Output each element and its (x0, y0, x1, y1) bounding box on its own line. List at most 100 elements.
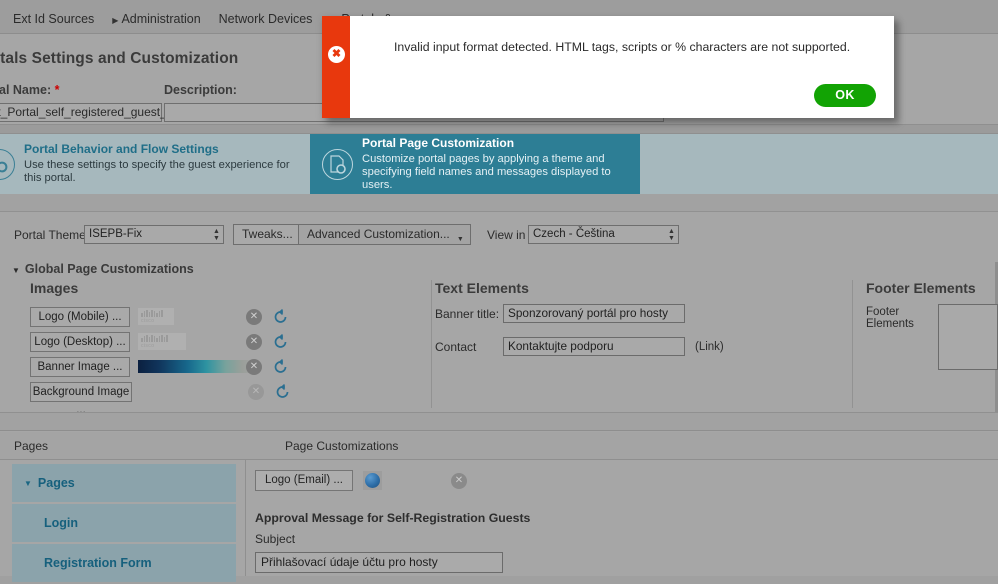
nav-item-administration[interactable]: ▶ Administration (103, 12, 209, 28)
image-row: Logo (Desktop) ... cisco ✕ (30, 329, 420, 354)
footer-elements-panel: Footer Elements Footer Elements (866, 280, 998, 370)
global-page-customizations-label: Global Page Customizations (24, 262, 194, 276)
spinner-arrows-icon: ▲ ▼ (668, 228, 675, 242)
footer-elements-row: Footer Elements (866, 304, 998, 370)
subject-label: Subject (255, 532, 296, 546)
reset-arrow-icon[interactable] (274, 383, 291, 400)
text-elements-panel: Text Elements Banner title: Sponzorovaný… (435, 280, 835, 370)
globe-icon-thumb (363, 471, 383, 490)
portal-name-label: Portal Name: * (0, 83, 60, 97)
thumbnail-slot: cisco (138, 333, 206, 350)
pages-column-header: Pages (14, 439, 49, 453)
banner-title-label: Banner title: (435, 306, 500, 321)
portal-theme-value: ISEPB-Fix (89, 228, 143, 240)
wizard-strip: Portal Behavior and Flow Settings Use th… (0, 134, 998, 194)
cisco-logo-thumb: cisco (138, 308, 174, 325)
globe-icon (365, 473, 381, 488)
footer-elements-heading: Footer Elements (866, 280, 976, 296)
clear-image-icon[interactable]: ✕ (246, 358, 262, 375)
panel-divider-left (431, 280, 432, 408)
lower-pane-splitter[interactable] (245, 460, 246, 576)
wizard-card-title: Portal Page Customization (362, 135, 515, 150)
images-heading: Images (30, 280, 79, 296)
panel-divider-right (852, 280, 853, 408)
images-panel: Images Logo (Mobile) ... cisco ✕ Logo (D… (30, 280, 420, 416)
banner-image-button[interactable]: Banner Image ... (30, 356, 130, 377)
chevron-right-icon: ▶ (112, 16, 119, 25)
nav-item-network-devices[interactable]: Network Devices (210, 12, 322, 27)
image-row: Background Image ... ✕ (30, 379, 420, 416)
lower-pane-header: Pages Page Customizations (0, 432, 998, 460)
wizard-card-text: Portal Behavior and Flow Settings Use th… (24, 143, 298, 185)
approval-message-heading: Approval Message for Self-Registration G… (255, 511, 531, 525)
header-divider (0, 124, 998, 134)
triangle-down-icon: ▼ (24, 478, 32, 488)
logo-email-button[interactable]: Logo (Email) ... (255, 470, 353, 491)
clear-image-icon[interactable]: ✕ (246, 308, 262, 325)
page-gear-icon (322, 148, 353, 180)
logo-email-row: Logo (Email) ... ✕ (255, 470, 530, 491)
error-dialog-body: Invalid input format detected. HTML tags… (350, 16, 894, 118)
wizard-card-text: Portal Page Customization Customize port… (362, 135, 628, 192)
tree-item-label: Pages (37, 476, 75, 490)
pages-tree-item-registration-form[interactable]: Registration Form (12, 544, 236, 582)
triangle-down-icon: ▼ (12, 266, 20, 275)
contact-link-note: (Link) (695, 340, 724, 353)
clear-logo-email-icon[interactable]: ✕ (450, 472, 467, 489)
nav-item-ext-id-sources[interactable]: Ext Id Sources (4, 12, 103, 27)
reset-arrow-icon[interactable] (272, 308, 289, 325)
error-dialog: ✖ Invalid input format detected. HTML ta… (322, 16, 894, 118)
portal-theme-select[interactable]: ISEPB-Fix ▲ ▼ (84, 225, 224, 244)
text-elements-heading: Text Elements (435, 280, 529, 296)
clear-image-icon[interactable]: ✕ (246, 333, 262, 350)
tree-item-label: Login (44, 516, 79, 530)
ok-button[interactable]: OK (814, 84, 876, 107)
portal-name-input[interactable]: uest_Portal_self_registered_guest_ (0, 103, 167, 122)
gradient-banner-thumb (138, 360, 256, 373)
footer-elements-label: Footer Elements (866, 306, 914, 330)
view-in-language-select[interactable]: Czech - Čeština ▲ ▼ (528, 225, 679, 244)
tweaks-button[interactable]: Tweaks... (233, 224, 302, 245)
page-title: Portals Settings and Customization (0, 50, 239, 67)
portal-name-group: Portal Name: * uest_Portal_self_register… (0, 83, 174, 122)
contact-row: Contact Kontaktujte podporu (Link) (435, 337, 835, 356)
required-marker: * (54, 83, 60, 97)
wizard-card-portal-page-customization[interactable]: Portal Page Customization Customize port… (310, 134, 640, 194)
wizard-card-desc: Customize portal pages by applying a the… (362, 152, 611, 191)
wizard-card-desc: Use these settings to specify the guest … (24, 159, 290, 184)
portal-theme-label: Portal Theme (14, 228, 86, 242)
flow-gear-icon (0, 148, 15, 180)
advanced-customization-button[interactable]: Advanced Customization... (298, 224, 471, 249)
clear-image-icon-disabled: ✕ (248, 383, 264, 400)
reset-arrow-icon[interactable] (272, 358, 289, 375)
contact-label: Contact (435, 339, 477, 354)
theme-toolbar: Portal Theme ISEPB-Fix ▲ ▼ Tweaks... Adva… (0, 222, 998, 252)
tree-item-label: Registration Form (44, 556, 152, 570)
thumbnail-slot: cisco (138, 308, 206, 325)
wizard-card-portal-behavior[interactable]: Portal Behavior and Flow Settings Use th… (0, 134, 310, 194)
background-image-button[interactable]: Background Image ... (30, 381, 132, 416)
view-in-label: View in (487, 228, 526, 242)
nav-item-label: Administration (121, 12, 201, 26)
reset-arrow-icon[interactable] (272, 333, 289, 350)
logo-desktop-button[interactable]: Logo (Desktop) ... (30, 331, 130, 352)
pages-tree: ▼ Pages Login Registration Form (12, 464, 236, 584)
page-customizations-column-header: Page Customizations (285, 439, 399, 453)
subject-input[interactable]: Přihlašovací údaje účtu pro hosty (255, 552, 503, 573)
footer-elements-textarea[interactable] (938, 304, 998, 370)
pages-tree-root[interactable]: ▼ Pages (12, 464, 236, 502)
error-dialog-message: Invalid input format detected. HTML tags… (394, 40, 851, 54)
banner-title-input[interactable]: Sponzorovaný portál pro hosty (503, 304, 685, 323)
cisco-logo-thumb-wide: cisco (138, 333, 186, 350)
wizard-strip-underline (0, 194, 998, 212)
nav-item-label: Ext Id Sources (13, 12, 95, 26)
image-row: Banner Image ... ✕ (30, 354, 420, 379)
error-x-icon: ✖ (328, 46, 345, 63)
image-row: Logo (Mobile) ... cisco ✕ (30, 304, 420, 329)
page-customizations-content: Logo (Email) ... ✕ Approval Message for … (255, 470, 530, 573)
logo-mobile-button[interactable]: Logo (Mobile) ... (30, 306, 130, 327)
global-page-customizations-toggle[interactable]: ▼ Global Page Customizations (12, 262, 194, 276)
contact-input[interactable]: Kontaktujte podporu (503, 337, 685, 356)
pages-tree-item-login[interactable]: Login (12, 504, 236, 542)
spinner-arrows-icon: ▲ ▼ (213, 228, 220, 242)
